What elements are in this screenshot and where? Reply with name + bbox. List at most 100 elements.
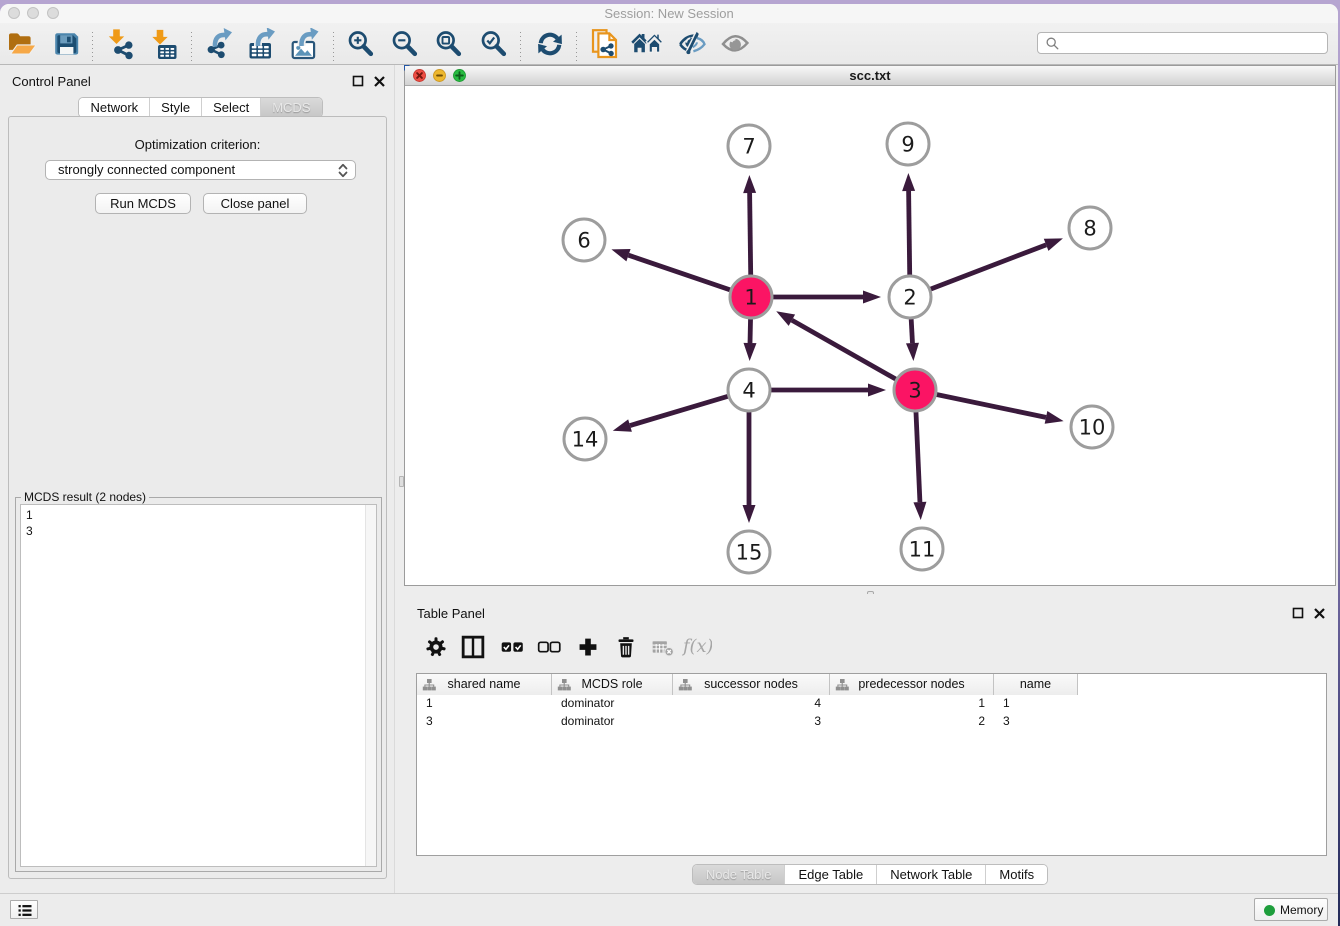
mcds-tab-panel: Optimization criterion: strongly connect… — [8, 116, 387, 879]
function-builder-button[interactable]: f(x) — [682, 632, 712, 662]
refresh-icon — [534, 28, 566, 60]
memory-status-icon — [1264, 905, 1275, 916]
window-close-button[interactable] — [8, 7, 20, 19]
column-header-successor-nodes[interactable]: successor nodes — [673, 674, 830, 695]
table-panel-header: Table Panel — [404, 594, 1336, 624]
svg-text:7: 7 — [742, 135, 755, 159]
table-row[interactable]: 1dominator411 — [417, 695, 1078, 713]
close-panel-button[interactable]: Close panel — [203, 193, 307, 214]
table-tab-motifs[interactable]: Motifs — [985, 865, 1047, 884]
zoom-out-button[interactable] — [389, 28, 421, 60]
window-title: Session: New Session — [0, 4, 1338, 24]
column-tree-icon — [422, 678, 436, 691]
svg-text:11: 11 — [909, 538, 936, 562]
export-network-button[interactable] — [205, 28, 237, 60]
zoom-in-button[interactable] — [345, 28, 377, 60]
control-panel-tabs: NetworkStyleSelectMCDS — [78, 97, 322, 118]
tab-network[interactable]: Network — [79, 98, 149, 117]
table-tab-edge-table[interactable]: Edge Table — [784, 865, 876, 884]
mcds-result-textarea[interactable]: 1 3 — [20, 504, 377, 867]
table-tab-network-table[interactable]: Network Table — [876, 865, 985, 884]
graph-edge-2-8[interactable] — [910, 238, 1063, 297]
import-network-button[interactable] — [107, 28, 139, 60]
graph-edge-3-1[interactable] — [776, 311, 915, 390]
graph-node-6[interactable]: 6 — [563, 219, 605, 261]
status-bar: Memory — [0, 893, 1338, 926]
column-header-MCDS-role[interactable]: MCDS role — [552, 674, 673, 695]
zoom-selected-button[interactable] — [478, 28, 510, 60]
table-cell: 1 — [994, 695, 1078, 713]
show-log-button[interactable] — [10, 900, 38, 919]
save-session-button[interactable] — [50, 28, 82, 60]
deselect-all-button[interactable] — [534, 632, 564, 662]
graph-node-8[interactable]: 8 — [1069, 207, 1111, 249]
criterion-select[interactable]: strongly connected component — [45, 160, 356, 180]
graph-node-15[interactable]: 15 — [728, 531, 770, 573]
result-scrollbar[interactable] — [365, 505, 376, 866]
export-table-icon — [245, 28, 277, 60]
run-mcds-button[interactable]: Run MCDS — [95, 193, 191, 214]
table-settings-button[interactable] — [421, 632, 451, 662]
frame-maximize-button[interactable] — [453, 69, 466, 82]
table-tab-node-table[interactable]: Node Table — [693, 865, 785, 884]
window-minimize-button[interactable] — [27, 7, 39, 19]
graph-node-10[interactable]: 10 — [1071, 406, 1113, 448]
table-cell: 3 — [994, 713, 1078, 731]
network-window-titlebar[interactable]: scc.txt — [405, 66, 1335, 86]
tab-select[interactable]: Select — [201, 98, 260, 117]
tab-style[interactable]: Style — [149, 98, 201, 117]
close-panel-icon[interactable] — [373, 75, 386, 88]
import-table-icon — [148, 28, 180, 60]
table-row[interactable]: 3dominator323 — [417, 713, 1078, 731]
close-table-panel-icon[interactable] — [1313, 607, 1326, 620]
export-image-button[interactable] — [288, 28, 320, 60]
home-button[interactable] — [631, 28, 663, 60]
frame-minimize-button[interactable] — [433, 69, 446, 82]
graph-node-11[interactable]: 11 — [901, 528, 943, 570]
delete-table-button[interactable] — [648, 632, 678, 662]
column-tree-icon — [678, 678, 692, 691]
open-session-file-button[interactable] — [589, 28, 621, 60]
add-column-button[interactable] — [573, 632, 603, 662]
trash-icon — [611, 632, 641, 662]
zoom-fit-button[interactable] — [433, 28, 465, 60]
table-cell: dominator — [552, 695, 673, 713]
show-panel-button[interactable] — [719, 28, 751, 60]
float-panel-icon[interactable] — [352, 75, 365, 88]
search-box[interactable] — [1037, 32, 1328, 54]
table-cell: 3 — [417, 713, 552, 731]
graph-node-4[interactable]: 4 — [728, 369, 770, 411]
tab-mcds[interactable]: MCDS — [260, 98, 321, 117]
session-files-icon — [589, 28, 621, 60]
export-table-button[interactable] — [245, 28, 277, 60]
search-input[interactable] — [1064, 34, 1323, 52]
column-header-predecessor-nodes[interactable]: predecessor nodes — [830, 674, 994, 695]
show-columns-button[interactable] — [458, 632, 488, 662]
graph-node-9[interactable]: 9 — [887, 123, 929, 165]
control-panel: Control Panel NetworkStyleSelectMCDS Opt… — [0, 65, 395, 893]
save-icon — [50, 28, 82, 60]
open-session-button[interactable] — [6, 28, 38, 60]
table-cell: 2 — [830, 713, 994, 731]
column-header-shared-name[interactable]: shared name — [417, 674, 552, 695]
float-table-panel-icon[interactable] — [1292, 607, 1305, 620]
graph-node-3[interactable]: 3 — [894, 369, 936, 411]
graph-node-2[interactable]: 2 — [889, 276, 931, 318]
refresh-button[interactable] — [534, 28, 566, 60]
import-table-button[interactable] — [148, 28, 180, 60]
delete-column-button[interactable] — [611, 632, 641, 662]
unchecked-boxes-icon — [534, 632, 564, 662]
select-all-button[interactable] — [497, 632, 527, 662]
app-window: Session: New Session Control Panel Netwo… — [0, 4, 1338, 926]
network-canvas[interactable]: 1 2 3 4 6 7 8 9 10 11 14 15 — [405, 86, 1335, 585]
graph-node-7[interactable]: 7 — [728, 125, 770, 167]
memory-button[interactable]: Memory — [1254, 898, 1328, 921]
graph-node-1[interactable]: 1 — [730, 276, 772, 318]
graph-node-14[interactable]: 14 — [564, 418, 606, 460]
svg-text:2: 2 — [903, 286, 916, 310]
window-zoom-button[interactable] — [47, 7, 59, 19]
column-header-name[interactable]: name — [994, 674, 1078, 695]
graph-edge-3-10[interactable] — [915, 390, 1064, 424]
hide-panel-button[interactable] — [675, 28, 707, 60]
frame-close-button[interactable] — [413, 69, 426, 82]
